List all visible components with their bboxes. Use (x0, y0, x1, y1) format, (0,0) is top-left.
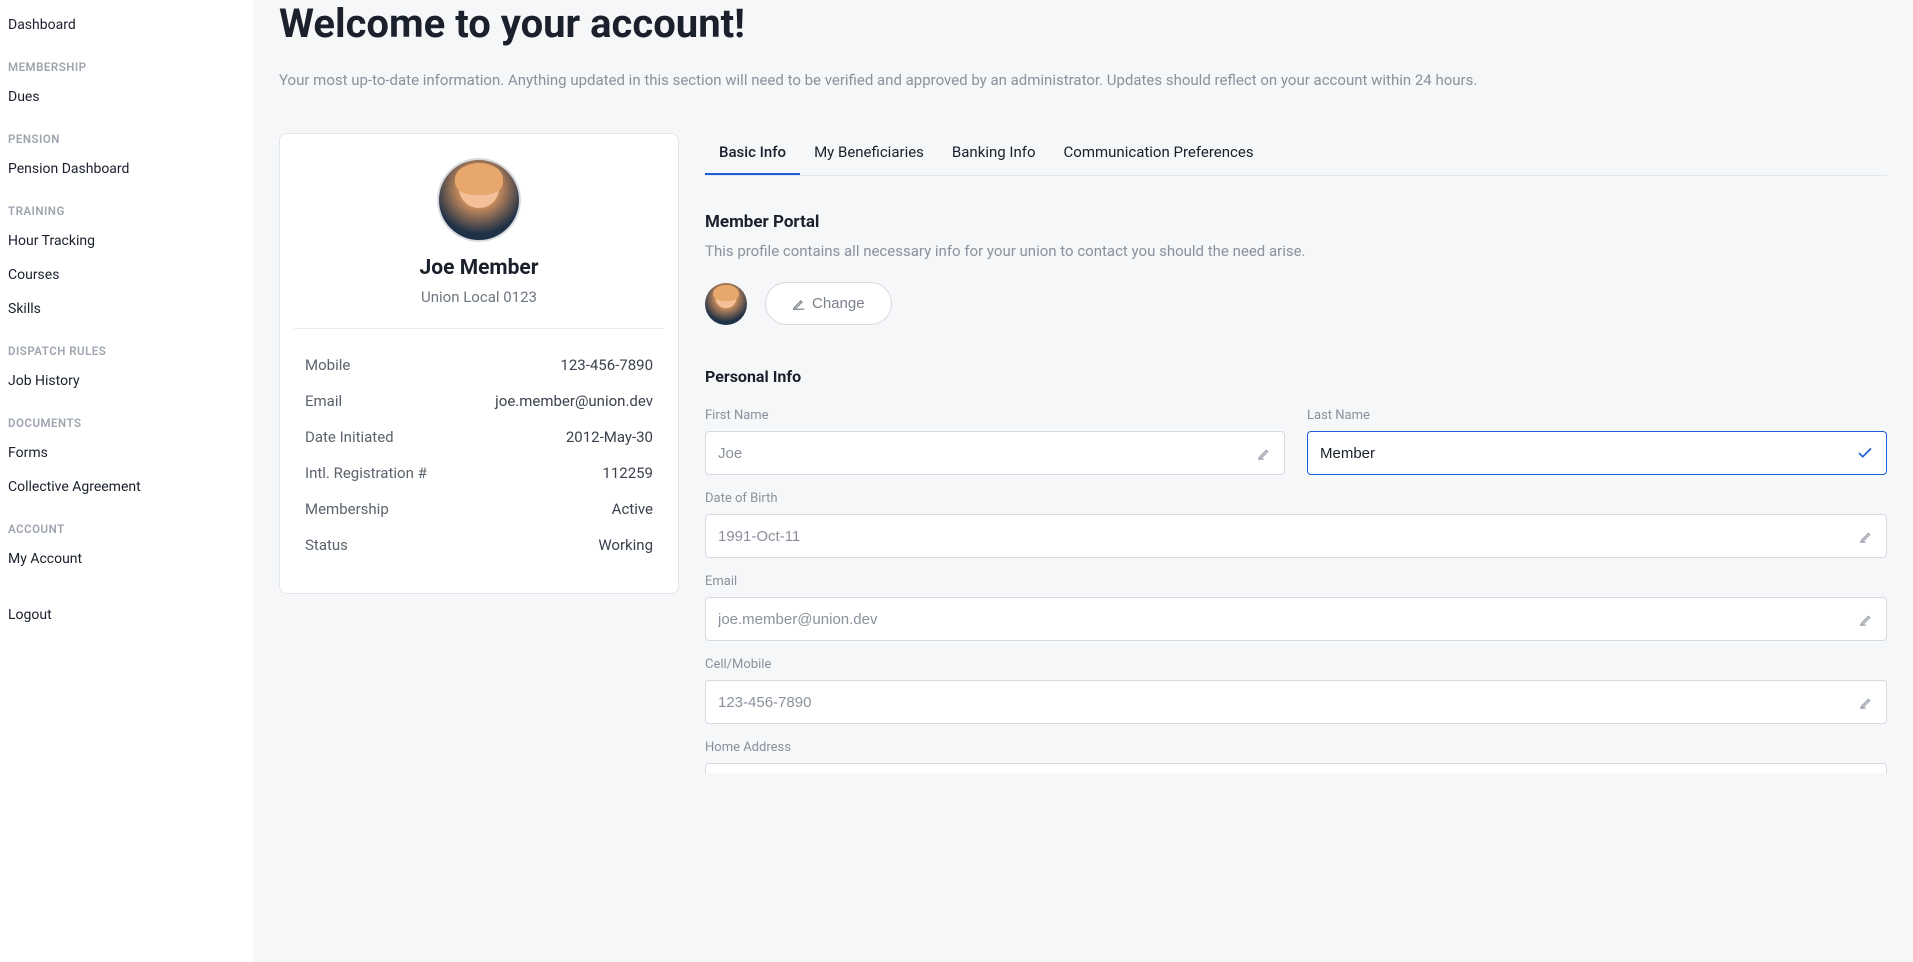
sidebar-item-job-history[interactable]: Job History (0, 364, 253, 398)
tab-my-beneficiaries[interactable]: My Beneficiaries (800, 133, 938, 175)
pencil-icon (792, 297, 806, 311)
dob-field: Date of Birth (705, 491, 1887, 558)
cell-label: Cell/Mobile (705, 657, 1887, 672)
profile-meta-label: Intl. Registration # (305, 464, 427, 482)
profile-meta-mobile: Mobile 123-456-7890 (294, 347, 664, 383)
sidebar-item-logout[interactable]: Logout (0, 598, 253, 632)
sidebar-item-courses[interactable]: Courses (0, 258, 253, 292)
cell-input-wrap[interactable] (705, 680, 1887, 724)
profile-meta-value: 112259 (602, 464, 653, 482)
address-input-wrap[interactable] (705, 763, 1887, 773)
email-input-wrap[interactable] (705, 597, 1887, 641)
profile-divider (294, 328, 664, 329)
address-label: Home Address (705, 740, 1887, 755)
profile-local: Union Local 0123 (294, 288, 664, 306)
sidebar-item-my-account[interactable]: My Account (0, 542, 253, 576)
profile-meta-value: Working (598, 536, 653, 554)
first-name-field: First Name (705, 408, 1285, 475)
profile-meta-label: Status (305, 536, 348, 554)
dob-input-wrap[interactable] (705, 514, 1887, 558)
pencil-icon (1859, 612, 1874, 627)
page-title: Welcome to your account! (279, 0, 1887, 57)
sidebar-item-hour-tracking[interactable]: Hour Tracking (0, 224, 253, 258)
sidebar-heading-documents: DOCUMENTS (0, 398, 253, 436)
first-name-input-wrap[interactable] (705, 431, 1285, 475)
tab-banking-info[interactable]: Banking Info (938, 133, 1050, 175)
last-name-field: Last Name (1307, 408, 1887, 475)
pencil-icon (1859, 695, 1874, 710)
email-input[interactable] (718, 611, 1846, 628)
profile-meta-value: 123-456-7890 (560, 356, 653, 374)
main-content: Welcome to your account! Your most up-to… (253, 0, 1913, 962)
page-subtitle: Your most up-to-date information. Anythi… (279, 71, 1887, 89)
profile-meta-status: Status Working (294, 527, 664, 563)
first-name-input[interactable] (718, 445, 1244, 462)
cell-field: Cell/Mobile (705, 657, 1887, 724)
profile-card: Joe Member Union Local 0123 Mobile 123-4… (279, 133, 679, 594)
change-button-label: Change (812, 295, 865, 312)
member-portal-title: Member Portal (705, 212, 1887, 232)
profile-meta-label: Membership (305, 500, 389, 518)
sidebar-item-pension-dashboard[interactable]: Pension Dashboard (0, 152, 253, 186)
sidebar-heading-pension: PENSION (0, 114, 253, 152)
profile-meta-label: Email (305, 392, 342, 410)
sidebar-item-skills[interactable]: Skills (0, 292, 253, 326)
sidebar-item-collective-agreement[interactable]: Collective Agreement (0, 470, 253, 504)
sidebar-item-dues[interactable]: Dues (0, 80, 253, 114)
dob-label: Date of Birth (705, 491, 1887, 506)
sidebar-heading-training: TRAINING (0, 186, 253, 224)
sidebar-item-dashboard[interactable]: Dashboard (0, 8, 253, 42)
sidebar-item-forms[interactable]: Forms (0, 436, 253, 470)
check-icon (1856, 444, 1874, 462)
last-name-input[interactable] (1320, 445, 1846, 462)
dob-input[interactable] (718, 528, 1846, 545)
tabs: Basic Info My Beneficiaries Banking Info… (705, 133, 1887, 176)
tab-basic-info[interactable]: Basic Info (705, 133, 800, 175)
personal-info-title: Personal Info (705, 367, 1887, 386)
right-panel: Basic Info My Beneficiaries Banking Info… (705, 133, 1887, 773)
first-name-label: First Name (705, 408, 1285, 423)
change-avatar-button[interactable]: Change (765, 282, 892, 325)
email-field: Email (705, 574, 1887, 641)
member-portal-desc: This profile contains all necessary info… (705, 242, 1887, 260)
email-label: Email (705, 574, 1887, 589)
profile-meta-intl-reg: Intl. Registration # 112259 (294, 455, 664, 491)
last-name-input-wrap[interactable] (1307, 431, 1887, 475)
address-field: Home Address (705, 740, 1887, 773)
profile-meta-value: Active (612, 500, 653, 518)
avatar-change-row: Change (705, 282, 1887, 325)
cell-input[interactable] (718, 694, 1846, 711)
profile-meta-label: Date Initiated (305, 428, 394, 446)
sidebar-heading-membership: MEMBERSHIP (0, 42, 253, 80)
avatar-small (705, 283, 747, 325)
pencil-icon (1859, 529, 1874, 544)
profile-meta-email: Email joe.member@union.dev (294, 383, 664, 419)
profile-meta-value: joe.member@union.dev (495, 392, 653, 410)
sidebar-heading-account: ACCOUNT (0, 504, 253, 542)
tab-communication-preferences[interactable]: Communication Preferences (1050, 133, 1268, 175)
sidebar: Dashboard MEMBERSHIP Dues PENSION Pensio… (0, 0, 253, 962)
profile-meta-value: 2012-May-30 (566, 428, 653, 446)
pencil-icon (1257, 446, 1272, 461)
profile-meta-membership: Membership Active (294, 491, 664, 527)
avatar-large (437, 158, 521, 242)
profile-meta-date-initiated: Date Initiated 2012-May-30 (294, 419, 664, 455)
last-name-label: Last Name (1307, 408, 1887, 423)
profile-name: Joe Member (294, 256, 664, 280)
profile-meta-label: Mobile (305, 356, 350, 374)
sidebar-heading-dispatch: DISPATCH RULES (0, 326, 253, 364)
